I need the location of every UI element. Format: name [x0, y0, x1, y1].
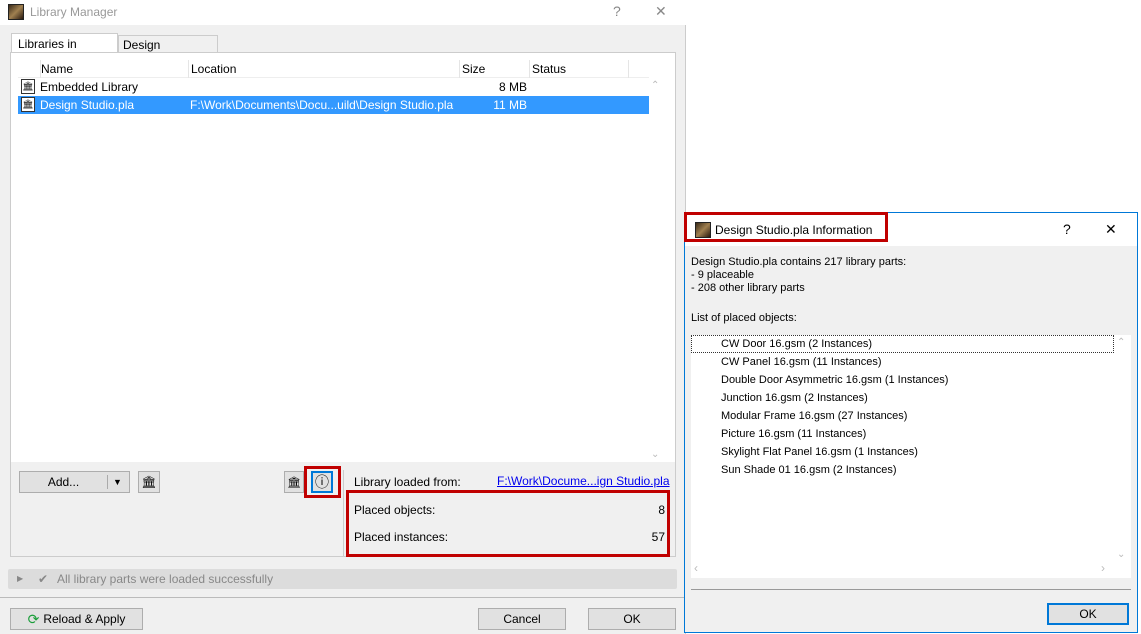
- table-row[interactable]: 🏛 Embedded Library 8 MB: [18, 78, 649, 96]
- placed-stats-highlight: [346, 490, 670, 557]
- reload-icon: ⟳: [27, 610, 40, 627]
- list-item[interactable]: CW Panel 16.gsm (11 Instances): [691, 353, 1131, 371]
- separator: [691, 589, 1131, 590]
- summary-text: Design Studio.pla contains 217 library p…: [691, 256, 907, 294]
- scroll-right-icon[interactable]: ›: [1101, 561, 1105, 575]
- placed-objects-list[interactable]: CW Door 16.gsm (2 Instances) CW Panel 16…: [691, 335, 1131, 578]
- list-item[interactable]: CW Door 16.gsm (2 Instances): [691, 335, 1114, 353]
- add-button[interactable]: Add... ▼: [19, 471, 130, 493]
- list-item[interactable]: Sun Shade 01 16.gsm (2 Instances): [691, 461, 1131, 479]
- separator: [0, 597, 686, 598]
- import-library-button[interactable]: 🏛: [284, 471, 304, 493]
- column-size[interactable]: Size: [459, 60, 485, 78]
- scroll-down-icon[interactable]: ⌄: [1117, 549, 1125, 560]
- info-ok-button[interactable]: OK: [1047, 603, 1129, 625]
- placed-objects-value: 8: [658, 503, 665, 517]
- status-message: All library parts were loaded successful…: [57, 572, 274, 586]
- status-bar[interactable]: ▶ ✔ All library parts were loaded succes…: [8, 569, 677, 589]
- library-manager-dialog: Library Manager ? ✕ Libraries in Project…: [0, 0, 686, 634]
- info-button[interactable]: ⓘ: [311, 471, 333, 493]
- cancel-button[interactable]: Cancel: [478, 608, 566, 630]
- reload-apply-button[interactable]: ⟳ Reload & Apply: [10, 608, 143, 630]
- library-icon: 🏛: [21, 79, 35, 94]
- row-location: F:\Work\Documents\Docu...uild\Design Stu…: [190, 98, 454, 112]
- library-information-dialog: Design Studio.pla Information ? ✕ Design…: [684, 212, 1138, 633]
- tab-design-studio[interactable]: Design Studio.pla: [118, 35, 218, 66]
- expand-arrow-icon[interactable]: ▶: [17, 569, 23, 589]
- loaded-from-link[interactable]: F:\Work\Docume...ign Studio.pla: [497, 474, 670, 488]
- info-close-button[interactable]: ✕: [1105, 221, 1117, 238]
- placed-objects-list-label: List of placed objects:: [691, 312, 797, 324]
- library-list[interactable]: Name Location Size Status 🏛 Embedded Lib…: [18, 60, 662, 462]
- import-library-icon: 🏛: [287, 476, 301, 489]
- dropdown-arrow-icon[interactable]: ▼: [113, 477, 122, 487]
- scroll-down-icon[interactable]: ⌄: [651, 449, 659, 460]
- checkmark-icon: ✔: [38, 572, 49, 586]
- list-item[interactable]: Skylight Flat Panel 16.gsm (1 Instances): [691, 443, 1131, 461]
- window-title: Library Manager: [30, 5, 118, 19]
- column-name[interactable]: Name: [40, 60, 73, 78]
- column-location[interactable]: Location: [188, 60, 236, 78]
- info-help-button[interactable]: ?: [1063, 221, 1071, 237]
- archicad-logo-icon: [8, 4, 24, 20]
- row-name: Design Studio.pla: [40, 98, 135, 112]
- remove-library-icon: 🏛: [141, 475, 157, 489]
- scroll-up-icon[interactable]: ⌃: [651, 80, 659, 91]
- placed-objects-label: Placed objects:: [354, 503, 436, 517]
- list-item[interactable]: Double Door Asymmetric 16.gsm (1 Instanc…: [691, 371, 1131, 389]
- ok-button[interactable]: OK: [588, 608, 676, 630]
- list-item[interactable]: Picture 16.gsm (11 Instances): [691, 425, 1131, 443]
- panel-divider: [343, 470, 344, 556]
- list-header: Name Location Size Status: [18, 60, 649, 78]
- remove-library-button[interactable]: 🏛: [138, 471, 160, 493]
- table-row-selected[interactable]: 🏛 Design Studio.pla F:\Work\Documents\Do…: [18, 96, 649, 114]
- info-icon: ⓘ: [315, 474, 329, 490]
- tab-libraries-in-project[interactable]: Libraries in Project: [11, 33, 118, 65]
- loaded-from-label: Library loaded from:: [354, 475, 461, 489]
- library-icon: 🏛: [21, 97, 35, 112]
- title-highlight: [684, 212, 888, 242]
- vertical-scrollbar[interactable]: ⌃ ⌄: [649, 78, 662, 462]
- list-item[interactable]: Junction 16.gsm (2 Instances): [691, 389, 1131, 407]
- list-item[interactable]: Modular Frame 16.gsm (27 Instances): [691, 407, 1131, 425]
- scroll-up-icon[interactable]: ⌃: [1117, 337, 1125, 348]
- column-status[interactable]: Status: [529, 60, 629, 78]
- title-bar: Library Manager ? ✕: [0, 0, 686, 25]
- placed-instances-label: Placed instances:: [354, 530, 449, 544]
- placed-instances-value: 57: [651, 530, 665, 544]
- row-size: 11 MB: [493, 98, 527, 112]
- row-name: Embedded Library: [40, 80, 139, 94]
- help-button[interactable]: ?: [613, 3, 621, 19]
- close-button[interactable]: ✕: [655, 3, 667, 20]
- row-size: 8 MB: [498, 80, 527, 94]
- scroll-left-icon[interactable]: ‹: [694, 561, 698, 575]
